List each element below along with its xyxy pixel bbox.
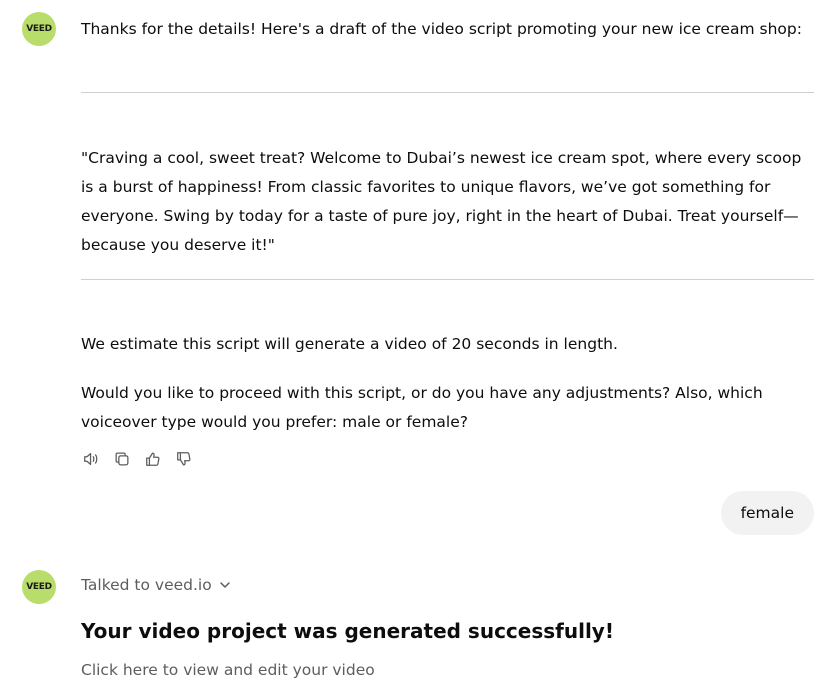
script-quote-text: "Craving a cool, sweet treat? Welcome to…	[81, 149, 802, 254]
view-video-link[interactable]: Click here to view and edit your video	[81, 656, 375, 684]
copy-button[interactable]	[112, 449, 132, 469]
divider	[81, 92, 814, 93]
message-actions	[81, 449, 194, 469]
veed-avatar: VEED	[22, 12, 56, 46]
chevron-down-icon	[219, 582, 230, 588]
thumbs-up-button[interactable]	[143, 449, 163, 469]
user-message-bubble: female	[720, 491, 814, 535]
copy-icon	[115, 452, 129, 466]
thumbs-up-icon	[146, 452, 160, 466]
tool-call-toggle[interactable]: Talked to veed.io	[81, 576, 232, 594]
estimate-text: We estimate this script will generate a …	[81, 335, 618, 353]
tool-call-label: Talked to veed.io	[81, 576, 212, 594]
success-heading: Your video project was generated success…	[81, 619, 614, 643]
read-aloud-icon	[84, 452, 98, 466]
user-message-text: female	[740, 504, 794, 522]
question-text: Would you like to proceed with this scri…	[81, 384, 763, 431]
assistant-intro-text: Thanks for the details! Here's a draft o…	[81, 20, 802, 38]
thumbs-down-button[interactable]	[174, 449, 194, 469]
veed-avatar: VEED	[22, 570, 56, 604]
divider	[81, 279, 814, 280]
thumbs-down-icon	[177, 452, 191, 466]
read-aloud-button[interactable]	[81, 449, 101, 469]
